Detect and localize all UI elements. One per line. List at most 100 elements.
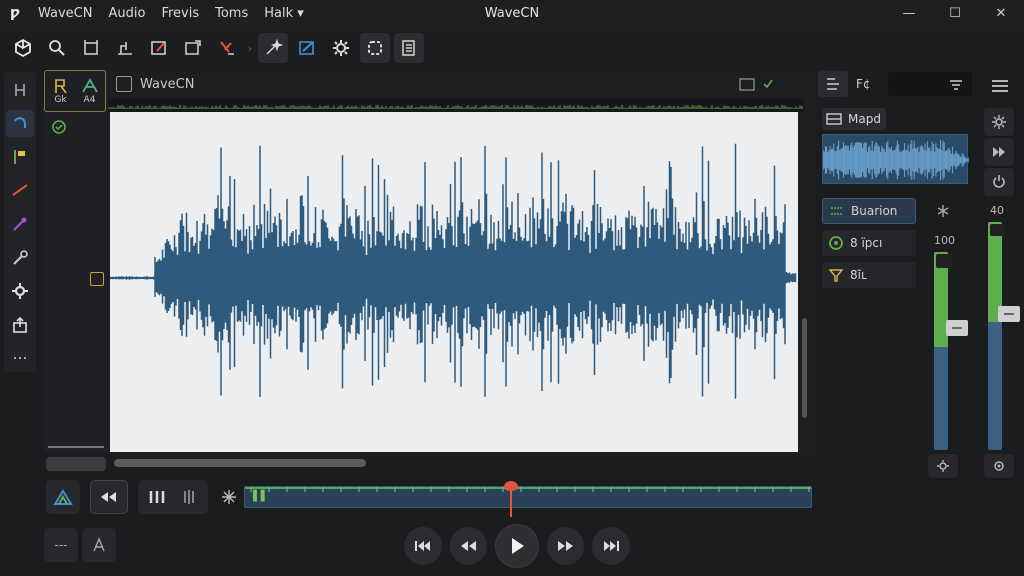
far-play-button[interactable] — [984, 138, 1014, 166]
cut-icon — [220, 41, 234, 55]
minimize-button[interactable]: — — [886, 0, 932, 26]
time-ruler[interactable] — [107, 98, 804, 112]
far-gear-icon — [992, 115, 1006, 129]
equalizer-icon — [831, 207, 843, 215]
tool-gear[interactable] — [6, 277, 34, 305]
select-icon — [368, 41, 382, 55]
tool-export[interactable] — [6, 311, 34, 339]
frame-button[interactable] — [178, 33, 208, 63]
link-button[interactable] — [292, 33, 322, 63]
bottom-left-controls: --- — [44, 528, 116, 564]
settings-button[interactable] — [326, 33, 356, 63]
waveform-canvas[interactable] — [109, 112, 798, 452]
track-button-gk[interactable]: Gk — [47, 73, 74, 109]
zoom-slider[interactable] — [46, 457, 106, 471]
sparkle-icon[interactable] — [220, 488, 238, 506]
split-clip-icon[interactable] — [178, 488, 200, 506]
tool-undo[interactable] — [6, 109, 34, 138]
power-icon — [993, 175, 1005, 188]
window-icon[interactable] — [738, 76, 756, 92]
right-meter-settings[interactable] — [984, 454, 1014, 478]
level-value: 100 — [934, 234, 955, 247]
track-status[interactable] — [50, 118, 68, 139]
triangle-icon — [53, 489, 73, 505]
menu-bar: WaveCN Audio Frevis Toms Halk ▾ — [30, 6, 312, 21]
option-8il[interactable]: 8ĩʟ — [822, 262, 916, 288]
timeline-track[interactable]: ▌▌ — [244, 481, 812, 517]
menu-item-wavecn[interactable]: WaveCN — [30, 6, 100, 21]
playhead[interactable] — [510, 481, 512, 517]
far-level-value: 40 — [990, 204, 1004, 217]
far-gear-button[interactable] — [984, 108, 1014, 136]
left-meter-settings[interactable] — [928, 454, 958, 478]
tool-split[interactable] — [6, 76, 34, 104]
trim-button[interactable] — [110, 33, 140, 63]
clip-button[interactable] — [394, 33, 424, 63]
select-button[interactable] — [360, 33, 390, 63]
menu-item-halk[interactable]: Halk ▾ — [256, 6, 312, 21]
more-options-button[interactable]: --- — [44, 528, 78, 562]
rewind-button[interactable] — [90, 480, 128, 514]
editor-title: WaveCN — [140, 76, 195, 92]
tab-properties[interactable] — [818, 71, 848, 97]
text-tool-button[interactable] — [82, 528, 116, 562]
timeline-tick-marks — [250, 487, 810, 492]
list-icon — [827, 78, 839, 90]
split-icon — [15, 83, 25, 96]
check-icon[interactable] — [762, 76, 774, 92]
track-header: Gk A4 — [44, 70, 108, 452]
draw-button[interactable] — [144, 33, 174, 63]
skip-end-icon — [604, 541, 620, 551]
play-icon — [512, 538, 524, 554]
menu-item-audio[interactable]: Audio — [100, 6, 153, 21]
mapd-button[interactable]: Mapd — [822, 108, 886, 130]
vertical-scrollbar[interactable] — [802, 318, 807, 418]
level-meter-right — [988, 222, 1002, 450]
chevron-right-icon: › — [247, 41, 253, 55]
meter-dot-icon — [994, 461, 1004, 471]
tool-more[interactable] — [6, 345, 34, 373]
hamburger-menu-icon[interactable] — [990, 78, 1010, 94]
mini-waveform-preview[interactable] — [822, 134, 969, 184]
option-buarion[interactable]: Buarion — [822, 198, 916, 224]
option-8ipci[interactable]: 8 ïpcı — [822, 230, 916, 256]
menu-item-frevis[interactable]: Frevis — [153, 6, 207, 21]
fader-left-knob[interactable] — [946, 320, 968, 336]
triangle-button[interactable] — [46, 480, 80, 514]
track-a-icon — [54, 79, 67, 94]
trim-icon — [118, 42, 132, 55]
fast-forward-button[interactable] — [546, 527, 585, 565]
cube-button[interactable] — [8, 33, 38, 63]
window-controls: — ☐ ✕ — [886, 0, 1024, 26]
zoom-button[interactable] — [42, 33, 72, 63]
track-button-a4[interactable]: A4 — [76, 73, 103, 109]
editor-header-actions — [738, 76, 774, 92]
skip-end-button[interactable] — [592, 527, 630, 565]
far-power-button[interactable] — [984, 168, 1014, 196]
gear-icon — [333, 40, 349, 56]
record-status-icon — [52, 120, 66, 134]
magic-button[interactable] — [258, 33, 288, 63]
crop-button[interactable] — [76, 33, 106, 63]
editor-header: WaveCN — [108, 70, 814, 98]
track-level-marker[interactable] — [90, 272, 104, 286]
rewind-transport-button[interactable] — [449, 527, 488, 565]
maximize-button[interactable]: ☐ — [932, 0, 978, 26]
play-button[interactable] — [495, 524, 539, 568]
menu-item-toms[interactable]: Toms — [207, 6, 256, 21]
tool-pick[interactable] — [6, 244, 34, 272]
close-button[interactable]: ✕ — [978, 0, 1024, 26]
horizontal-scrollbar[interactable] — [114, 459, 366, 467]
option-8ipci-label: 8 ïpcı — [850, 236, 883, 250]
tool-brush[interactable] — [6, 210, 34, 238]
skip-start-button[interactable] — [404, 527, 442, 565]
asterisk-icon[interactable] — [936, 204, 950, 218]
preset-dropdown[interactable] — [888, 72, 972, 96]
pause-icon[interactable] — [146, 488, 168, 506]
cut-button[interactable] — [212, 33, 242, 63]
tool-marker[interactable] — [6, 143, 34, 171]
fader-right-knob[interactable] — [998, 306, 1020, 322]
level-meter-left — [934, 252, 948, 450]
tab-effects[interactable]: F¢ — [856, 77, 871, 91]
tool-line[interactable] — [6, 177, 34, 205]
